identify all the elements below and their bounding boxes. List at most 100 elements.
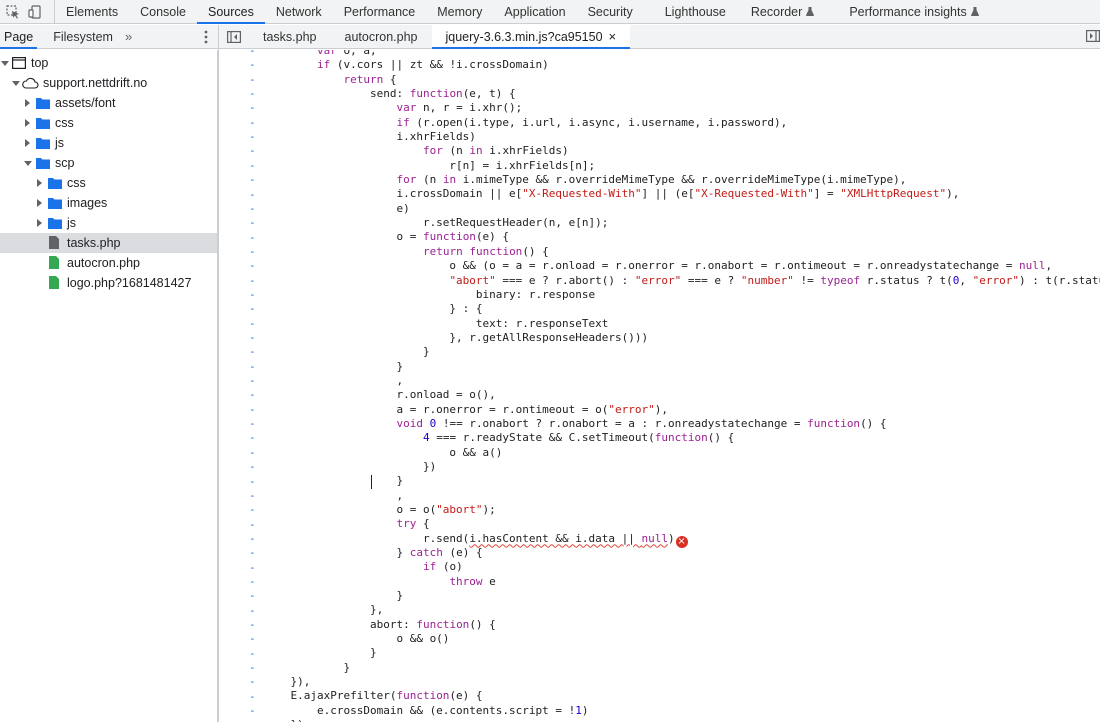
- code-line[interactable]: }): [264, 460, 1100, 474]
- line-marker[interactable]: -: [249, 561, 259, 575]
- line-marker[interactable]: -: [249, 101, 259, 115]
- toggle-navigator-button[interactable]: [219, 25, 249, 48]
- code-line[interactable]: a = r.onerror = r.ontimeout = o("error")…: [264, 403, 1100, 417]
- line-marker[interactable]: -: [249, 690, 259, 704]
- code-line[interactable]: }: [264, 589, 1100, 603]
- tab-console[interactable]: Console: [129, 0, 197, 23]
- code-line[interactable]: for (n in i.mimeType && r.overrideMimeTy…: [264, 173, 1100, 187]
- line-marker[interactable]: -: [249, 618, 259, 632]
- code-line[interactable]: i.xhrFields): [264, 130, 1100, 144]
- expand-arrow-icon[interactable]: [1, 61, 9, 66]
- line-marker[interactable]: -: [249, 718, 259, 722]
- code-line[interactable]: abort: function() {: [264, 618, 1100, 632]
- tree-item-domain[interactable]: support.nettdrift.no: [0, 73, 217, 93]
- line-marker[interactable]: -: [249, 259, 259, 273]
- editor-tab-jquery[interactable]: jquery-3.6.3.min.js?ca95150 ×: [431, 25, 631, 49]
- tab-application[interactable]: Application: [493, 0, 576, 23]
- line-marker[interactable]: -: [249, 188, 259, 202]
- editor-tab-autocron-php[interactable]: autocron.php: [331, 25, 432, 48]
- line-marker[interactable]: -: [249, 345, 259, 359]
- code-line[interactable]: ,: [264, 489, 1100, 503]
- line-marker[interactable]: -: [249, 58, 259, 72]
- code-line[interactable]: o = function(e) {: [264, 230, 1100, 244]
- editor-tab-tasks-php[interactable]: tasks.php: [249, 25, 331, 48]
- tab-network[interactable]: Network: [265, 0, 333, 23]
- line-marker[interactable]: -: [249, 518, 259, 532]
- line-marker[interactable]: -: [249, 489, 259, 503]
- expand-arrow-icon[interactable]: [24, 161, 32, 166]
- collapse-arrow-icon[interactable]: [25, 139, 30, 147]
- code-line[interactable]: binary: r.response: [264, 288, 1100, 302]
- more-options-icon[interactable]: [204, 30, 208, 44]
- code-line[interactable]: o = o("abort");: [264, 503, 1100, 517]
- collapse-arrow-icon[interactable]: [25, 99, 30, 107]
- collapse-arrow-icon[interactable]: [37, 199, 42, 207]
- line-marker[interactable]: -: [249, 647, 259, 661]
- line-marker[interactable]: -: [249, 403, 259, 417]
- tree-item-file-autocron-php[interactable]: autocron.php: [0, 253, 217, 273]
- collapse-arrow-icon[interactable]: [37, 179, 42, 187]
- line-marker[interactable]: -: [249, 475, 259, 489]
- code-line[interactable]: 4 === r.readyState && C.setTimeout(funct…: [264, 431, 1100, 445]
- collapse-arrow-icon[interactable]: [37, 219, 42, 227]
- code-line[interactable]: i.crossDomain || e["X-Requested-With"] |…: [264, 187, 1100, 201]
- code-line[interactable]: o && o(): [264, 632, 1100, 646]
- line-marker[interactable]: -: [249, 173, 259, 187]
- line-marker[interactable]: -: [249, 388, 259, 402]
- line-marker[interactable]: -: [249, 331, 259, 345]
- line-marker[interactable]: -: [249, 130, 259, 144]
- tab-performance[interactable]: Performance: [333, 0, 427, 23]
- close-tab-icon[interactable]: ×: [609, 29, 617, 44]
- code-line[interactable]: r[n] = i.xhrFields[n];: [264, 159, 1100, 173]
- code-line[interactable]: if (o): [264, 560, 1100, 574]
- code-line[interactable]: try {: [264, 517, 1100, 531]
- tab-memory[interactable]: Memory: [426, 0, 493, 23]
- line-marker[interactable]: -: [249, 589, 259, 603]
- line-marker[interactable]: -: [249, 532, 259, 546]
- inspect-element-icon[interactable]: [6, 4, 20, 19]
- line-marker[interactable]: -: [249, 417, 259, 431]
- code-line[interactable]: } : {: [264, 302, 1100, 316]
- tree-item-folder-scp-images[interactable]: images: [0, 193, 217, 213]
- code-line[interactable]: }: [264, 646, 1100, 660]
- tree-item-folder-scp-css[interactable]: css: [0, 173, 217, 193]
- line-marker[interactable]: -: [249, 503, 259, 517]
- code-line[interactable]: }, r.getAllResponseHeaders())): [264, 331, 1100, 345]
- code-line[interactable]: E.ajaxPrefilter(function(e) {: [264, 689, 1100, 703]
- line-marker[interactable]: -: [249, 87, 259, 101]
- line-marker[interactable]: -: [249, 704, 259, 718]
- code-line[interactable]: } catch (e) {: [264, 546, 1100, 560]
- line-marker[interactable]: -: [249, 604, 259, 618]
- code-line[interactable]: o && a(): [264, 446, 1100, 460]
- line-marker[interactable]: -: [249, 661, 259, 675]
- code-line[interactable]: if (v.cors || zt && !i.crossDomain): [264, 58, 1100, 72]
- source-code[interactable]: var o, a; if (v.cors || zt && !i.crossDo…: [264, 50, 1100, 722]
- tree-item-folder-assets-font[interactable]: assets/font: [0, 93, 217, 113]
- tree-item-file-tasks-php[interactable]: tasks.php: [0, 233, 217, 253]
- line-marker[interactable]: -: [249, 144, 259, 158]
- toggle-debugger-icon[interactable]: [1086, 29, 1100, 43]
- line-marker[interactable]: -: [249, 274, 259, 288]
- code-line[interactable]: r.send(i.hasContent && i.data || null) ×: [264, 532, 1100, 548]
- code-line[interactable]: var o, a;: [264, 50, 1100, 58]
- line-marker[interactable]: -: [249, 431, 259, 445]
- code-line[interactable]: o && (o = a = r.onload = r.onerror = r.o…: [264, 259, 1100, 273]
- tab-elements[interactable]: Elements: [55, 0, 129, 23]
- line-marker[interactable]: -: [249, 216, 259, 230]
- line-marker[interactable]: -: [249, 374, 259, 388]
- code-line[interactable]: },: [264, 603, 1100, 617]
- line-marker[interactable]: -: [249, 116, 259, 130]
- code-line[interactable]: return {: [264, 73, 1100, 87]
- line-marker[interactable]: -: [249, 245, 259, 259]
- tree-item-folder-js[interactable]: js: [0, 133, 217, 153]
- tree-item-file-logo-php[interactable]: logo.php?1681481427: [0, 273, 217, 293]
- code-line[interactable]: text: r.responseText: [264, 317, 1100, 331]
- code-line[interactable]: void 0 !== r.onabort ? r.onabort = a : r…: [264, 417, 1100, 431]
- code-line[interactable]: }: [264, 474, 1100, 488]
- code-line[interactable]: }),: [264, 718, 1100, 722]
- tab-performance-insights[interactable]: Performance insights: [825, 0, 989, 23]
- code-line[interactable]: send: function(e, t) {: [264, 87, 1100, 101]
- code-editor[interactable]: ----------------------------------------…: [219, 50, 1100, 722]
- line-marker[interactable]: -: [249, 231, 259, 245]
- line-marker[interactable]: -: [249, 632, 259, 646]
